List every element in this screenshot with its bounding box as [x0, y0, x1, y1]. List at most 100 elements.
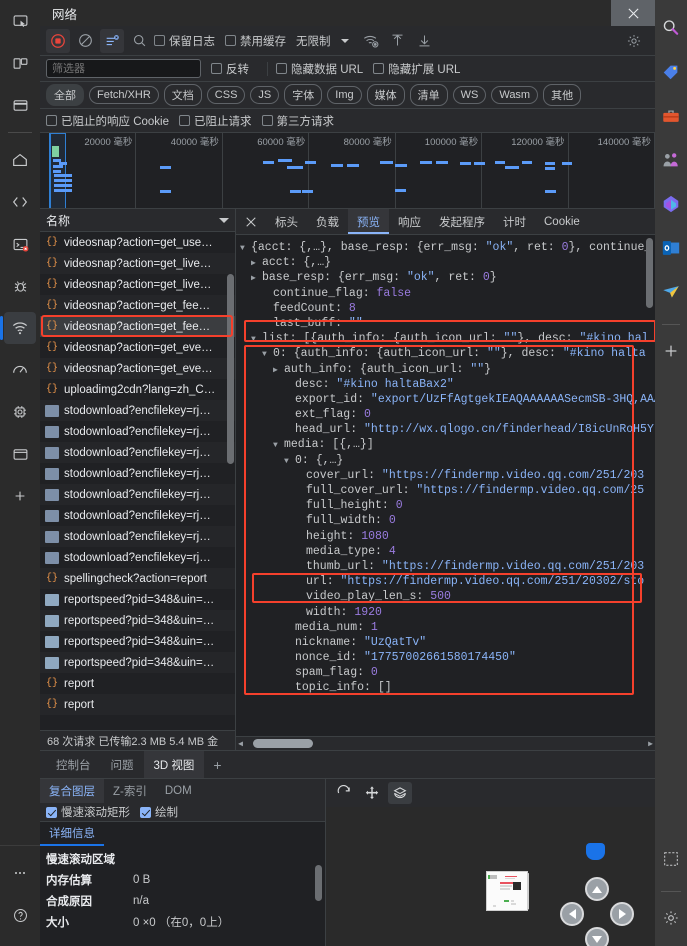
json-tree-line[interactable]: desc: "#kino haltaBax2" [240, 377, 655, 392]
detail-tab-预览[interactable]: 预览 [348, 209, 389, 234]
json-tree-line[interactable]: ▼ list: [{auth_info: {auth_icon_url: ""},… [240, 331, 655, 346]
resource-type--[interactable]: 文档 [163, 84, 202, 106]
json-tree-line[interactable]: height: 1080 [240, 529, 655, 544]
layer-marker-dot[interactable] [586, 843, 605, 860]
search-button[interactable] [127, 29, 151, 53]
request-row[interactable]: {} report [40, 694, 235, 715]
drawer-tab-3D 视图[interactable]: 3D 视图 [143, 751, 205, 778]
json-tree-line[interactable]: video_play_len_s: 500 [240, 589, 655, 604]
h-scroll-track[interactable] [245, 739, 646, 748]
filter-input[interactable] [46, 59, 201, 78]
json-tree-line[interactable]: nonce_id: "17757002661580174450" [240, 650, 655, 665]
request-row[interactable]: stodownload?encfilekey=rj… [40, 505, 235, 526]
request-rows[interactable]: {} videosnap?action=get_use… {} videosnap?a… [40, 232, 235, 730]
request-row[interactable]: stodownload?encfilekey=rj… [40, 400, 235, 421]
request-list-header[interactable]: 名称 [40, 209, 235, 232]
request-row[interactable]: stodownload?encfilekey=rj… [40, 421, 235, 442]
more-options-icon[interactable] [4, 857, 36, 889]
pan-move-button[interactable] [360, 782, 384, 804]
resource-type-wasm[interactable]: Wasm [491, 86, 539, 104]
request-row[interactable]: stodownload?encfilekey=rj… [40, 547, 235, 568]
code-elements-icon[interactable] [4, 186, 36, 218]
request-row[interactable]: {} videosnap?action=get_eve… [40, 358, 235, 379]
layers-option-checkbox-1[interactable]: 绘制 [140, 804, 178, 820]
pan-right-button[interactable] [610, 902, 634, 926]
request-row[interactable]: {} report [40, 673, 235, 694]
filter-toggle-button[interactable] [100, 28, 124, 53]
json-tree-line[interactable]: head_url: "http://wx.qlogo.cn/finderhead… [240, 422, 655, 437]
expand-triangle-closed-icon[interactable]: ▶ [251, 256, 262, 271]
json-tree-line[interactable]: ▶ acct: {,…} [240, 255, 655, 270]
request-row[interactable]: reportspeed?pid=348&uin=… [40, 631, 235, 652]
json-tree-line[interactable]: media_num: 1 [240, 620, 655, 635]
drawer-tab-控制台[interactable]: 控制台 [46, 751, 101, 778]
json-tree-line[interactable]: url: "https://findermp.video.qq.com/251/… [240, 574, 655, 589]
resource-type--[interactable]: 字体 [284, 84, 323, 106]
home-icon[interactable] [4, 144, 36, 176]
people-icon[interactable] [658, 147, 684, 173]
clear-button[interactable] [73, 29, 97, 53]
pan-up-button[interactable] [585, 877, 609, 901]
memory-chip-icon[interactable] [4, 396, 36, 428]
detail-tab-计时[interactable]: 计时 [494, 209, 535, 234]
panel-layout-icon[interactable] [4, 89, 36, 121]
layers-option-checkbox-0[interactable]: 慢速滚动矩形 [46, 804, 130, 820]
add-tab-icon[interactable] [4, 480, 36, 512]
add-icon[interactable] [658, 338, 684, 364]
network-overview-timeline[interactable]: 20000 毫秒 40000 毫秒 60000 毫秒 80000 毫秒 100000 毫… [40, 133, 655, 209]
layers-3d-stage[interactable] [326, 807, 655, 946]
detail-tab-负载[interactable]: 负载 [307, 209, 348, 234]
add-panel-icon[interactable]: + [204, 751, 230, 778]
resource-type-img[interactable]: Img [327, 86, 362, 104]
expand-triangle-closed-icon[interactable]: ▶ [251, 271, 262, 286]
outlook-icon[interactable] [658, 235, 684, 261]
request-row[interactable]: {} videosnap?action=get_live… [40, 253, 235, 274]
toolbox-icon[interactable] [658, 103, 684, 129]
block-option-checkbox-1[interactable]: 已阻止请求 [179, 113, 252, 129]
disable-cache-checkbox[interactable]: 禁用缓存 [225, 33, 286, 49]
record-stop-button[interactable] [46, 28, 70, 53]
json-tree-line[interactable]: ▼ {acct: {,…}, base_resp: {err_msg: "ok",… [240, 240, 655, 255]
performance-gauge-icon[interactable] [4, 354, 36, 386]
request-row[interactable]: {} spellingcheck?action=report [40, 568, 235, 589]
console-icon[interactable] [4, 228, 36, 260]
settings-gear-icon[interactable] [622, 29, 646, 53]
json-tree-line[interactable]: ▼ media: [{,…}] [240, 437, 655, 452]
detail-tab-发起程序[interactable]: 发起程序 [430, 209, 494, 234]
network-icon[interactable] [0, 312, 36, 344]
office-icon[interactable] [658, 191, 684, 217]
request-row[interactable]: {} videosnap?action=get_use… [40, 232, 235, 253]
scroll-right-arrow-icon[interactable]: ▶ [646, 739, 655, 749]
settings-gear-icon[interactable] [658, 905, 684, 931]
json-tree-line[interactable]: ▶ base_resp: {err_msg: "ok", ret: 0} [240, 270, 655, 285]
page-layer-thumbnail[interactable] [486, 871, 528, 911]
detail-tab-标头[interactable]: 标头 [266, 209, 307, 234]
json-tree-line[interactable]: spam_flag: 0 [240, 665, 655, 680]
invert-checkbox[interactable]: 反转 [211, 61, 249, 77]
json-tree-line[interactable]: ▼ 0: {,…} [240, 453, 655, 468]
hide-data-url-checkbox[interactable]: 隐藏数据 URL [276, 61, 363, 77]
json-tree-line[interactable]: ▼ 0: {auth_info: {auth_icon_url: ""}, des… [240, 346, 655, 361]
help-icon[interactable] [4, 899, 36, 931]
json-tree-line[interactable]: media_type: 4 [240, 544, 655, 559]
request-list-scrollbar[interactable] [227, 234, 234, 728]
request-row[interactable]: {} uploadimg2cdn?lang=zh_C… [40, 379, 235, 400]
expand-triangle-closed-icon[interactable]: ▶ [273, 363, 284, 378]
preview-scrollbar[interactable] [646, 238, 653, 732]
json-tree-line[interactable]: cover_url: "https://findermp.video.qq.co… [240, 468, 655, 483]
resource-type-css[interactable]: CSS [206, 86, 246, 104]
reset-view-button[interactable] [332, 782, 356, 804]
throttle-select[interactable]: 无限制 [296, 33, 349, 49]
json-tree-line[interactable]: last_buff: "" [240, 316, 655, 331]
overview-body[interactable]: 20000 毫秒 40000 毫秒 60000 毫秒 80000 毫秒 100000 毫… [50, 133, 655, 208]
device-toggle-icon[interactable] [4, 47, 36, 79]
scrollbar-thumb[interactable] [646, 238, 653, 308]
json-tree-line[interactable]: full_height: 0 [240, 498, 655, 513]
pan-down-button[interactable] [585, 927, 609, 946]
bug-issues-icon[interactable] [4, 270, 36, 302]
preserve-log-checkbox[interactable]: 保留日志 [154, 33, 215, 49]
application-window-icon[interactable] [4, 438, 36, 470]
pan-left-button[interactable] [560, 902, 584, 926]
request-row[interactable]: {} videosnap?action=get_live… [40, 274, 235, 295]
request-row[interactable]: {} videosnap?action=get_fee… [40, 295, 235, 316]
